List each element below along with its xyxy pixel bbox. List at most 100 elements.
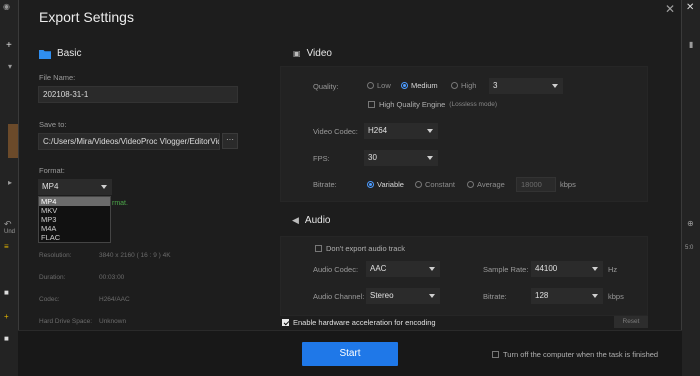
quality-low-radio[interactable]: Low xyxy=(367,81,391,90)
quality-level-value: 3 xyxy=(493,81,498,90)
chevron-down-icon xyxy=(101,185,107,189)
file-name-input[interactable]: 202108-31-1 xyxy=(38,86,238,103)
sample-rate-label: Sample Rate: xyxy=(483,265,529,274)
format-option-mp3[interactable]: MP3 xyxy=(39,215,110,224)
video-bitrate-label: Bitrate: xyxy=(313,180,337,189)
close-icon[interactable]: ✕ xyxy=(665,2,675,16)
video-bitrate-unit: kbps xyxy=(560,180,576,189)
audio-channel-label: Audio Channel: xyxy=(313,292,365,301)
quality-level-select[interactable]: 3 xyxy=(489,78,563,94)
audio-codec-select[interactable]: AAC xyxy=(366,261,440,277)
format-dropdown-list: MP4 MKV MP3 M4A FLAC xyxy=(38,196,111,243)
audio-channel-value: Stereo xyxy=(370,291,394,300)
format-label: Format: xyxy=(39,166,65,175)
quality-high-label: High xyxy=(461,81,477,90)
format-select[interactable]: MP4 xyxy=(38,179,112,195)
dont-export-audio-checkbox[interactable]: Don't export audio track xyxy=(315,244,405,253)
audio-codec-value: AAC xyxy=(370,264,387,273)
chevron-down-icon xyxy=(427,129,433,133)
turn-off-computer-label: Turn off the computer when the task is f… xyxy=(503,350,659,359)
bitrate-constant-radio[interactable]: Constant xyxy=(415,180,455,189)
fps-label: FPS: xyxy=(313,154,330,163)
hq-engine-note: (Lossless mode) xyxy=(449,101,497,108)
audio-channel-select[interactable]: Stereo xyxy=(366,288,440,304)
save-to-input[interactable]: C:/Users/Mira/Videos/VideoProc Vlogger/E… xyxy=(38,133,220,150)
background-undo-label: Und xyxy=(4,229,16,235)
turn-off-computer-checkbox[interactable]: Turn off the computer when the task is f… xyxy=(492,350,658,359)
background-track-icon[interactable]: ≡ xyxy=(4,242,9,251)
dialog-title: Export Settings xyxy=(39,9,134,25)
sample-rate-select[interactable]: 44100 xyxy=(531,261,603,277)
background-scroll-icon[interactable]: ▮ xyxy=(689,40,693,49)
quality-label: Quality: xyxy=(313,82,339,91)
dont-export-audio-label: Don't export audio track xyxy=(326,244,405,253)
background-add-icon[interactable]: ⊕ xyxy=(687,219,694,228)
resolution-label: Resolution: xyxy=(39,252,72,259)
background-add-icon[interactable]: + xyxy=(6,40,12,51)
bitrate-average-radio[interactable]: Average xyxy=(467,180,505,189)
film-icon: ▣ xyxy=(293,49,301,58)
background-audio-track-icon[interactable]: ■ xyxy=(4,334,9,343)
chevron-down-icon xyxy=(592,267,598,271)
background-app-icon: ◉ xyxy=(3,2,10,11)
video-section-header: ▣ Video xyxy=(293,48,332,59)
hardware-acceleration-checkbox[interactable]: Enable hardware acceleration for encodin… xyxy=(282,318,436,327)
bitrate-variable-label: Variable xyxy=(377,180,404,189)
video-codec-select[interactable]: H264 xyxy=(364,123,438,139)
background-chevron-icon[interactable]: ▸ xyxy=(8,178,12,187)
format-option-mkv[interactable]: MKV xyxy=(39,206,110,215)
file-name-label: File Name: xyxy=(39,73,76,82)
duration-value: 00:03:00 xyxy=(99,274,125,281)
reset-button[interactable]: Reset xyxy=(614,316,648,328)
audio-bitrate-value: 128 xyxy=(535,291,549,300)
chevron-down-icon xyxy=(552,84,558,88)
dialog-footer: Start Turn off the computer when the tas… xyxy=(18,330,682,376)
hq-engine-label: High Quality Engine xyxy=(379,100,446,109)
bitrate-average-label: Average xyxy=(477,180,505,189)
audio-bitrate-unit: kbps xyxy=(608,292,624,301)
video-bitrate-input[interactable]: 18000 xyxy=(516,177,556,192)
background-app-right-edge: ✕ ▮ ⊕ 5:0 xyxy=(680,0,700,376)
sample-rate-unit: Hz xyxy=(608,265,618,274)
browse-button[interactable]: ··· xyxy=(222,133,238,149)
codec-value: H264/AAC xyxy=(99,296,130,303)
basic-section-header: Basic xyxy=(39,48,81,59)
bitrate-variable-radio[interactable]: Variable xyxy=(367,180,404,189)
fps-select[interactable]: 30 xyxy=(364,150,438,166)
sample-rate-value: 44100 xyxy=(535,264,558,273)
background-chevron-icon[interactable]: ▾ xyxy=(8,62,12,71)
quality-low-label: Low xyxy=(377,81,391,90)
audio-bitrate-select[interactable]: 128 xyxy=(531,288,603,304)
chevron-down-icon xyxy=(592,294,598,298)
background-add-track-icon[interactable]: + xyxy=(4,312,9,321)
audio-codec-label: Audio Codec: xyxy=(313,265,359,274)
fps-value: 30 xyxy=(368,153,377,162)
audio-section-header: ◀ Audio xyxy=(292,215,331,226)
video-codec-value: H264 xyxy=(368,126,388,135)
format-option-m4a[interactable]: M4A xyxy=(39,224,110,233)
speaker-icon: ◀ xyxy=(292,215,299,225)
video-codec-label: Video Codec: xyxy=(313,127,358,136)
format-note-fragment: rmat. xyxy=(112,200,128,207)
basic-heading: Basic xyxy=(57,48,82,59)
high-quality-engine-checkbox[interactable]: High Quality Engine (Lossless mode) xyxy=(368,100,497,109)
chevron-down-icon xyxy=(429,294,435,298)
codec-label: Codec: xyxy=(39,296,60,303)
quality-medium-radio[interactable]: Medium xyxy=(401,81,438,90)
audio-bitrate-label: Bitrate: xyxy=(483,292,507,301)
chevron-down-icon xyxy=(427,156,433,160)
folder-icon xyxy=(39,49,51,59)
hard-drive-space-label: Hard Drive Space: xyxy=(39,318,93,325)
start-button[interactable]: Start xyxy=(302,342,398,366)
background-zoom-label: 5:0 xyxy=(685,245,694,251)
background-close-icon[interactable]: ✕ xyxy=(686,2,694,13)
quality-medium-label: Medium xyxy=(411,81,438,90)
video-heading: Video xyxy=(306,48,332,59)
quality-high-radio[interactable]: High xyxy=(451,81,476,90)
format-option-mp4[interactable]: MP4 xyxy=(39,197,110,206)
format-option-flac[interactable]: FLAC xyxy=(39,233,110,242)
duration-label: Duration: xyxy=(39,274,66,281)
format-select-value: MP4 xyxy=(42,182,59,191)
resolution-value: 3840 x 2160 ( 16 : 9 ) 4K xyxy=(99,252,171,259)
background-video-track-icon[interactable]: ■ xyxy=(4,288,9,297)
